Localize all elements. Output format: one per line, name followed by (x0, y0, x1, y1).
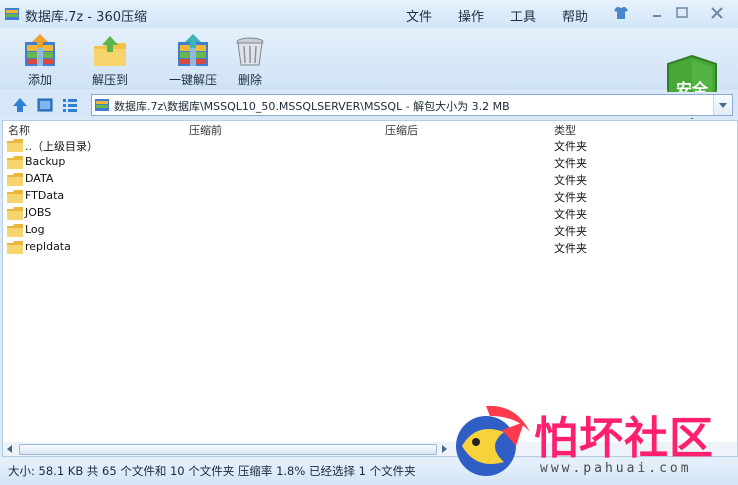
folder-icon (7, 173, 23, 186)
file-name: FTData (25, 189, 65, 202)
list-item-ftdata[interactable]: FTData 文件夹 (3, 188, 737, 205)
column-name[interactable]: 名称 (8, 122, 30, 138)
path-text: 数据库.7z\数据库\MSSQL10_50.MSSQLSERVER\MSSQL … (114, 100, 510, 113)
folder-icon (7, 224, 23, 237)
extract-to-icon (94, 36, 126, 66)
file-list-header: 名称 压缩前 压缩后 类型 (3, 121, 737, 137)
watermark-logo (456, 405, 530, 476)
scroll-left-icon[interactable] (3, 442, 17, 456)
file-type: 文件夹 (554, 208, 587, 221)
folder-icon (7, 139, 23, 152)
file-type: 文件夹 (554, 174, 587, 187)
menu-action[interactable]: 操作 (458, 6, 484, 25)
delete-label: 删除 (237, 73, 262, 87)
extract-to-label: 解压到 (91, 73, 128, 87)
toolbar: 添加 解压到 一键解压 删除 安全 (0, 28, 738, 120)
minimize-icon[interactable] (648, 5, 666, 21)
list-item-repldata[interactable]: repldata 文件夹 (3, 239, 737, 256)
scroll-thumb[interactable] (19, 444, 437, 455)
thumbnail-view-icon[interactable] (36, 96, 54, 114)
file-name: Backup (25, 155, 66, 168)
list-item-backup[interactable]: Backup 文件夹 (3, 154, 737, 171)
file-list: 名称 压缩前 压缩后 类型 ..（上级目录） 文件夹 Backup 文件夹 DA… (2, 120, 738, 444)
watermark-url: www.pahuai.com (540, 461, 692, 476)
file-name: JOBS (25, 206, 52, 219)
column-type[interactable]: 类型 (554, 122, 576, 138)
title-bar: 数据库.7z - 360压缩 文件 操作 工具 帮助 (0, 0, 738, 28)
file-name: ..（上级目录） (25, 140, 98, 153)
file-type: 文件夹 (554, 225, 587, 238)
menu-tools[interactable]: 工具 (510, 6, 536, 25)
archive-app-icon (5, 8, 19, 20)
menu-help[interactable]: 帮助 (562, 6, 588, 25)
status-text: 大小: 58.1 KB 共 65 个文件和 10 个文件夹 压缩率 1.8% 已… (8, 464, 416, 478)
add-label: 添加 (27, 73, 52, 87)
list-item-parent[interactable]: ..（上级目录） 文件夹 (3, 137, 737, 154)
file-name: repldata (25, 240, 71, 253)
add-button[interactable]: 添加 (5, 32, 75, 88)
list-item-data[interactable]: DATA 文件夹 (3, 171, 737, 188)
list-item-log[interactable]: Log 文件夹 (3, 222, 737, 239)
up-arrow-icon[interactable] (11, 96, 29, 114)
add-archive-icon (25, 34, 55, 66)
path-field[interactable]: 数据库.7z\数据库\MSSQL10_50.MSSQLSERVER\MSSQL … (91, 94, 733, 116)
watermark-title: 怕坏社区 (534, 413, 714, 464)
folder-icon (7, 190, 23, 203)
column-original-size[interactable]: 压缩前 (189, 122, 222, 138)
archive-window: 数据库.7z - 360压缩 文件 操作 工具 帮助 添加 解压到 一键解压 删… (0, 0, 738, 485)
file-rows: ..（上级目录） 文件夹 Backup 文件夹 DATA 文件夹 FTData … (3, 137, 737, 256)
menu-file[interactable]: 文件 (406, 6, 432, 25)
list-view-icon[interactable] (61, 96, 79, 114)
column-compressed-size[interactable]: 压缩后 (385, 122, 418, 138)
trash-icon (236, 37, 264, 66)
skin-shirt-icon[interactable] (612, 5, 630, 21)
folder-icon (7, 207, 23, 220)
archive-path-icon (95, 99, 109, 111)
folder-icon (7, 156, 23, 169)
file-type: 文件夹 (554, 157, 587, 170)
list-item-jobs[interactable]: JOBS 文件夹 (3, 205, 737, 222)
window-title: 数据库.7z - 360压缩 (25, 10, 147, 25)
maximize-icon[interactable] (673, 5, 691, 21)
path-dropdown-button[interactable] (713, 95, 732, 115)
folder-icon (7, 241, 23, 254)
file-type: 文件夹 (554, 191, 587, 204)
file-name: DATA (25, 172, 54, 185)
close-icon[interactable] (708, 5, 726, 21)
one-click-extract-icon (178, 34, 208, 66)
extract-to-button[interactable]: 解压到 (75, 32, 145, 88)
file-type: 文件夹 (554, 242, 587, 255)
delete-button[interactable]: 删除 (215, 32, 285, 88)
chevron-down-icon (719, 103, 727, 108)
file-name: Log (25, 223, 45, 236)
file-type: 文件夹 (554, 140, 587, 153)
